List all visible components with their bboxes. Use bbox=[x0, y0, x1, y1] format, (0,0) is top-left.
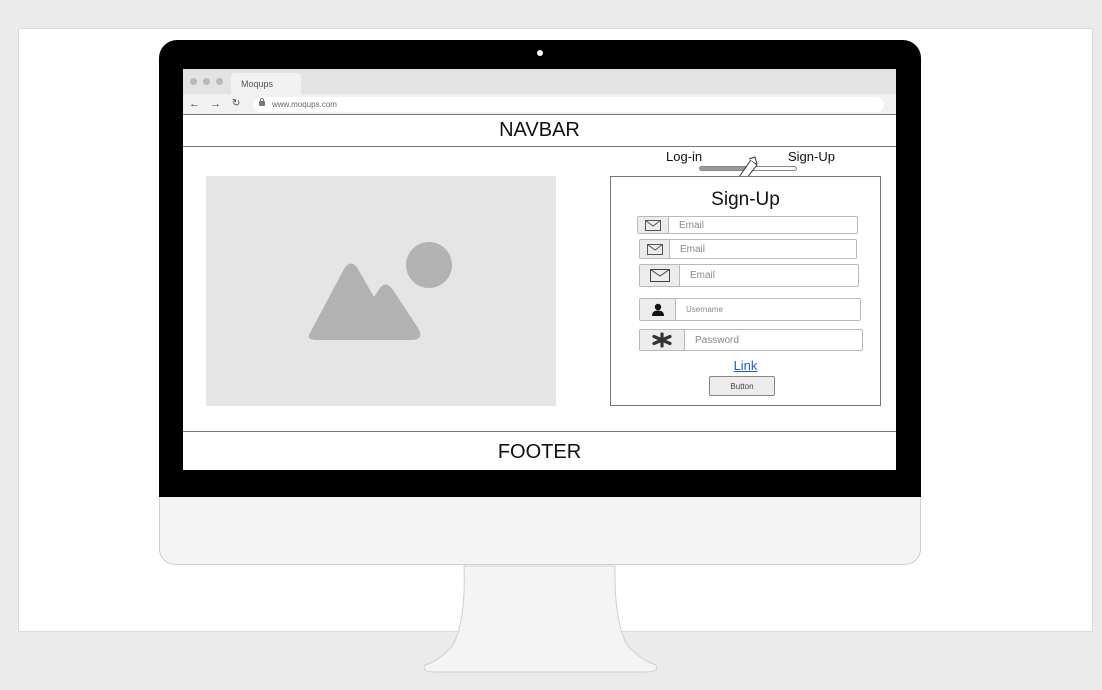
monitor-stand bbox=[423, 565, 658, 673]
address-bar: ← → ↻ www.moqups.com bbox=[183, 94, 896, 114]
arrow-left-icon[interactable]: ← bbox=[189, 96, 200, 112]
arrow-right-icon[interactable]: → bbox=[210, 96, 221, 112]
browser-tab[interactable]: Moqups bbox=[231, 73, 301, 94]
window-close-dot[interactable] bbox=[190, 78, 197, 85]
url-text: www.moqups.com bbox=[272, 100, 337, 109]
reload-icon[interactable]: ↻ bbox=[232, 96, 240, 112]
navbar: NAVBAR bbox=[183, 114, 896, 147]
camera-dot bbox=[537, 50, 543, 56]
asterisk-icon bbox=[640, 330, 685, 350]
envelope-icon bbox=[638, 217, 669, 233]
envelope-icon bbox=[640, 240, 670, 258]
browser-screen: Moqups ← → ↻ www.moqups.com NAVBAR Log-i… bbox=[183, 69, 896, 470]
image-placeholder bbox=[206, 176, 556, 406]
login-toggle-label[interactable]: Log-in bbox=[666, 149, 702, 164]
username-input[interactable] bbox=[676, 299, 860, 320]
form-link[interactable]: Link bbox=[611, 358, 880, 373]
email-input-3[interactable] bbox=[680, 265, 858, 286]
signup-form: Sign-Up Email Email Email Username Link … bbox=[610, 176, 881, 406]
navbar-label: NAVBAR bbox=[499, 119, 580, 141]
image-placeholder-icon bbox=[308, 242, 452, 340]
email-field-3 bbox=[639, 264, 859, 287]
email-field-2 bbox=[639, 239, 857, 259]
form-title: Sign-Up bbox=[711, 189, 780, 210]
submit-button[interactable]: Button bbox=[709, 376, 775, 396]
password-input[interactable] bbox=[685, 330, 862, 350]
window-minimize-dot[interactable] bbox=[203, 78, 210, 85]
monitor-chin bbox=[159, 497, 921, 565]
browser-tab-bar: Moqups bbox=[183, 69, 896, 94]
username-field bbox=[639, 298, 861, 321]
window-maximize-dot[interactable] bbox=[216, 78, 223, 85]
footer: FOOTER bbox=[183, 431, 896, 470]
password-field bbox=[639, 329, 863, 351]
footer-label: FOOTER bbox=[497, 441, 582, 463]
url-field[interactable]: www.moqups.com bbox=[253, 97, 884, 112]
email-field-1 bbox=[637, 216, 858, 234]
lock-icon bbox=[259, 98, 265, 106]
email-input-1[interactable] bbox=[669, 217, 857, 233]
user-icon bbox=[640, 299, 676, 320]
envelope-icon bbox=[640, 265, 680, 286]
signup-toggle-label[interactable]: Sign-Up bbox=[788, 149, 835, 164]
email-input-2[interactable] bbox=[670, 240, 856, 258]
